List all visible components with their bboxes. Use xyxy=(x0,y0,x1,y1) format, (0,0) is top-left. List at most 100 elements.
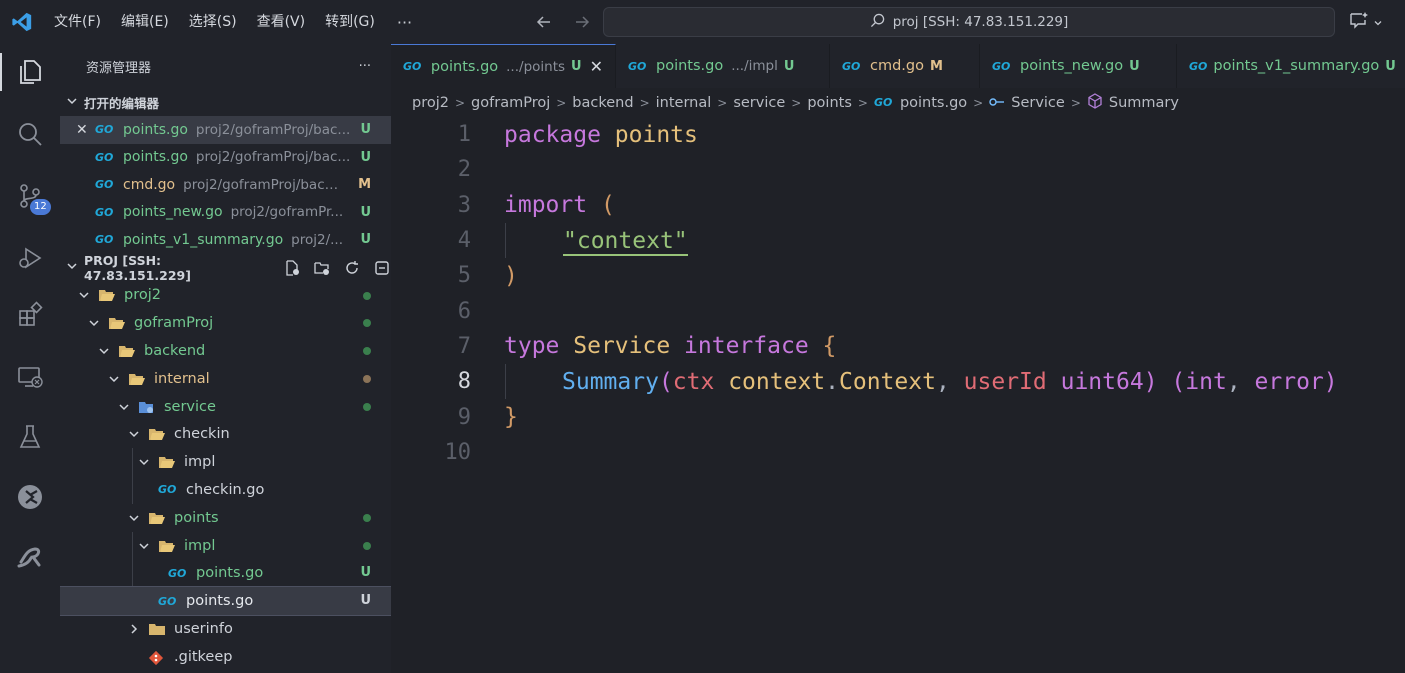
code-editor[interactable]: 1 package points 2 3 import ( 4 "context… xyxy=(391,117,1405,470)
remote-explorer-icon[interactable] xyxy=(0,352,60,402)
breadcrumb-item[interactable]: points xyxy=(807,95,852,111)
open-editor-path: proj2/goframProj/bac... xyxy=(195,149,351,166)
menu-edit[interactable]: 编辑(E) xyxy=(111,7,179,37)
open-editor-path: proj2/... xyxy=(291,231,344,248)
tree-folder-internal[interactable]: internal xyxy=(60,365,391,393)
open-editor-item[interactable]: GO points_new.go proj2/goframPr... U xyxy=(60,199,391,227)
tree-folder-proj2[interactable]: proj2 xyxy=(60,282,391,310)
folder-open-icon xyxy=(98,288,116,302)
new-folder-icon[interactable] xyxy=(313,259,331,277)
tree-folder-points[interactable]: points xyxy=(60,504,391,532)
chevron-down-icon xyxy=(106,373,122,385)
close-icon[interactable]: ✕ xyxy=(590,57,603,76)
tab-name: points_v1_summary.go xyxy=(1213,58,1380,74)
explorer-more-button[interactable]: ··· xyxy=(359,59,371,74)
menu-selection[interactable]: 选择(S) xyxy=(179,7,247,37)
tree-folder-userinfo[interactable]: userinfo xyxy=(60,615,391,643)
open-editor-item[interactable]: GO points.go proj2/goframProj/bac... U xyxy=(60,144,391,172)
explorer-title: 资源管理器 xyxy=(86,60,152,76)
chevron-down-icon xyxy=(66,260,78,275)
menu-more-button[interactable]: ··· xyxy=(385,13,424,32)
tree-file-points-go[interactable]: GO points.go U xyxy=(60,586,391,617)
service-folder-icon xyxy=(138,400,156,414)
testing-icon[interactable] xyxy=(0,412,60,462)
git-status-badge: U xyxy=(783,58,795,74)
git-status-badge: U xyxy=(360,204,371,220)
docker-icon[interactable] xyxy=(0,472,60,522)
line-number: 1 xyxy=(457,122,471,148)
editor-tab[interactable]: GO points_new.go U xyxy=(980,44,1177,88)
tree-item-label: checkin xyxy=(174,426,230,443)
forward-arrow-icon[interactable] xyxy=(570,10,594,34)
collapse-all-icon[interactable] xyxy=(373,259,391,277)
open-editor-item[interactable]: ✕ GO points.go proj2/goframProj/bac... U xyxy=(60,116,391,144)
status-dot xyxy=(363,513,371,522)
breadcrumb-item[interactable]: goframProj xyxy=(471,95,550,111)
go-file-icon: GO xyxy=(992,59,1011,73)
git-status-badge: U xyxy=(360,232,371,247)
editor-tab[interactable]: GO points_v1_summary.go U xyxy=(1177,44,1405,88)
interface-icon xyxy=(989,95,1005,111)
extensions-icon[interactable] xyxy=(0,290,60,340)
breadcrumb-item[interactable]: points.go xyxy=(900,95,967,111)
go-file-icon: GO xyxy=(95,123,114,137)
git-status-badge: U xyxy=(1385,58,1396,74)
chat-button[interactable] xyxy=(1349,10,1391,34)
remote-icon[interactable] xyxy=(0,532,60,582)
open-editor-item[interactable]: GO points_v1_summary.go proj2/... U xyxy=(60,226,391,254)
menu-file[interactable]: 文件(F) xyxy=(44,7,111,37)
open-editors-header[interactable]: 打开的编辑器 xyxy=(60,88,391,116)
source-control-badge: 12 xyxy=(30,199,51,215)
explorer-icon[interactable] xyxy=(0,47,60,97)
code-line: 6 xyxy=(391,293,1405,328)
editor-tab[interactable]: GO cmd.go M xyxy=(830,44,980,88)
search-icon[interactable] xyxy=(0,109,60,159)
tree-file-gitkeep[interactable]: .gitkeep xyxy=(60,643,391,671)
chevron-right-icon: > xyxy=(1070,95,1081,110)
menu-go[interactable]: 转到(G) xyxy=(315,7,385,37)
code-line: 10 xyxy=(391,435,1405,470)
tree-folder-service[interactable]: service xyxy=(60,393,391,421)
tree-folder-points-impl[interactable]: impl xyxy=(60,531,391,560)
git-status-badge: M xyxy=(358,177,371,192)
tree-item-label: impl xyxy=(184,454,216,471)
chevron-down-icon xyxy=(66,95,78,110)
go-file-icon: GO xyxy=(842,59,861,73)
breadcrumb-item[interactable]: backend xyxy=(572,95,633,111)
tree-folder-checkin-impl[interactable]: impl xyxy=(60,448,391,477)
project-header[interactable]: PROJ [SSH: 47.83.151.229] xyxy=(60,253,391,283)
source-control-icon[interactable]: 12 xyxy=(0,171,60,221)
close-icon[interactable]: ✕ xyxy=(76,122,88,138)
open-editor-path: proj2/goframPr... xyxy=(230,204,344,221)
chevron-right-icon: > xyxy=(791,95,802,110)
editor-tab[interactable]: GO points.go .../points U ✕ xyxy=(391,44,616,88)
breadcrumb-item[interactable]: proj2 xyxy=(412,95,449,111)
tree-file-impl-points-go[interactable]: GO points.go U xyxy=(60,559,391,588)
command-center-search[interactable]: proj [SSH: 47.83.151.229] xyxy=(603,7,1335,37)
tree-folder-goframproj[interactable]: goframProj xyxy=(60,309,391,337)
breadcrumb-item[interactable]: Service xyxy=(1011,95,1065,111)
new-file-icon[interactable] xyxy=(283,259,301,277)
go-file-icon: GO xyxy=(95,205,114,219)
tree-file-checkin-go[interactable]: GO checkin.go xyxy=(60,476,391,505)
tree-folder-backend[interactable]: backend xyxy=(60,337,391,365)
go-file-icon: GO xyxy=(95,178,114,192)
run-debug-icon[interactable] xyxy=(0,233,60,283)
breadcrumb-item[interactable]: service xyxy=(733,95,785,111)
back-arrow-icon[interactable] xyxy=(532,10,556,34)
git-status-badge: U xyxy=(1129,58,1140,74)
refresh-icon[interactable] xyxy=(343,259,361,277)
menu-view[interactable]: 查看(V) xyxy=(247,7,316,37)
breadcrumb-item[interactable]: Summary xyxy=(1109,95,1179,111)
go-file-icon: GO xyxy=(628,59,647,73)
menu-bar: 文件(F) 编辑(E) 选择(S) 查看(V) 转到(G) ··· xyxy=(44,0,424,44)
breadcrumb-item[interactable]: internal xyxy=(656,95,712,111)
tree-item-label: checkin.go xyxy=(186,481,265,498)
open-editor-item[interactable]: GO cmd.go proj2/goframProj/back... M xyxy=(60,171,391,199)
go-file-icon: GO xyxy=(158,483,177,497)
explorer-sidebar: 资源管理器 ··· 打开的编辑器 ✕ GO points.go proj2/go… xyxy=(60,44,391,673)
editor-tab[interactable]: GO points.go .../impl U xyxy=(616,44,830,88)
chevron-down-icon xyxy=(96,345,112,357)
status-dot xyxy=(363,319,371,328)
tree-folder-checkin[interactable]: checkin xyxy=(60,420,391,448)
